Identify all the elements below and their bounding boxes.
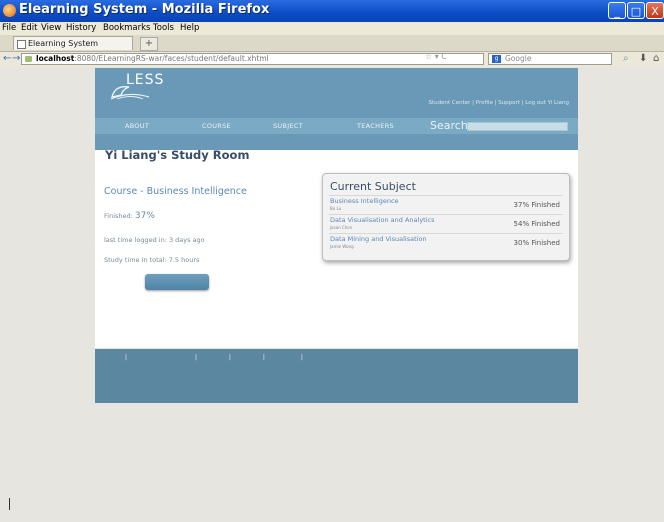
nav-teachers[interactable]: TEACHERS xyxy=(357,122,394,130)
finished-label: Finished: xyxy=(104,212,133,220)
search-placeholder: Google xyxy=(505,54,532,63)
footer-separator: | xyxy=(262,354,265,361)
menu-help[interactable]: Help xyxy=(180,23,199,33)
subject-row[interactable]: Business Intelligence Bo Lu 37% Finished xyxy=(329,195,563,214)
back-button[interactable]: ← xyxy=(3,53,11,64)
footer-link[interactable] xyxy=(101,354,125,361)
menu-history[interactable]: History xyxy=(66,23,96,33)
menu-bookmarks[interactable]: Bookmarks xyxy=(103,23,151,33)
page-title: Yi Liang's Study Room xyxy=(105,148,250,162)
subject-progress: 54% Finished xyxy=(513,220,560,228)
url-host: localhost xyxy=(36,54,75,63)
subject-row[interactable]: Data Visualisation and Analytics Jason C… xyxy=(329,214,563,233)
navigation-bar: ← → localhost:8080/ELearningRS-war/faces… xyxy=(0,52,664,67)
google-icon: g xyxy=(492,55,501,63)
footer-link[interactable] xyxy=(129,354,195,361)
footer-separator: | xyxy=(228,354,231,361)
subject-teacher: Jason Chen xyxy=(330,225,353,230)
menu-view[interactable]: View xyxy=(41,23,61,33)
course-action-button[interactable] xyxy=(145,274,209,290)
site-nav: ABOUT COURSE SUBJECT TEACHERS Search: xyxy=(95,118,578,134)
tab-elearning-system[interactable]: Elearning System xyxy=(13,36,133,50)
menu-tools[interactable]: Tools xyxy=(153,23,174,33)
footer-separator: | xyxy=(125,354,128,361)
menu-bar: File Edit View History Bookmarks Tools H… xyxy=(0,22,664,35)
window-title: Elearning System - Mozilla Firefox xyxy=(19,2,270,17)
subject-teacher: Jamie Wong xyxy=(330,244,354,249)
main-content: Yi Liang's Study Room Course - Business … xyxy=(95,148,578,348)
minimize-button[interactable]: _ xyxy=(608,2,626,19)
subject-name[interactable]: Data Mining and Visualisation xyxy=(330,235,427,243)
site-header: LESS Student Center | Profile | Support … xyxy=(95,68,578,150)
window-title-bar: Elearning System - Mozilla Firefox _ □ X xyxy=(0,0,664,22)
tab-strip: Elearning System + xyxy=(0,35,664,52)
maximize-button[interactable]: □ xyxy=(627,2,645,19)
browser-search-input[interactable]: g Google xyxy=(488,53,612,65)
search-magnifier-icon[interactable]: ⌕ xyxy=(623,53,629,64)
menu-edit[interactable]: Edit xyxy=(21,23,37,33)
site-identity-icon xyxy=(25,56,32,62)
footer-link[interactable] xyxy=(199,354,229,361)
logo-text: LESS xyxy=(126,72,165,88)
tab-label: Elearning System xyxy=(28,39,99,48)
site-footer: | | | | | xyxy=(95,349,578,403)
subject-row[interactable]: Data Mining and Visualisation Jamie Wong… xyxy=(329,233,563,252)
firefox-icon xyxy=(3,4,16,17)
subject-name[interactable]: Data Visualisation and Analytics xyxy=(330,216,435,224)
close-button[interactable]: X xyxy=(646,2,664,19)
footer-links: | | | | | xyxy=(101,354,303,361)
site-search-input[interactable] xyxy=(467,122,568,131)
nav-subject[interactable]: SUBJECT xyxy=(273,122,303,130)
subject-progress: 37% Finished xyxy=(513,201,560,209)
last-login: last time logged in: 3 days ago xyxy=(104,236,205,244)
download-icon[interactable]: ⬇ xyxy=(639,53,647,64)
subject-progress: 30% Finished xyxy=(513,239,560,247)
finished-value: 37% xyxy=(134,211,155,221)
nav-about[interactable]: ABOUT xyxy=(125,122,149,130)
user-links[interactable]: Student Center | Profile | Support | Log… xyxy=(428,100,569,106)
menu-file[interactable]: File xyxy=(2,23,16,33)
current-subject-title: Current Subject xyxy=(330,180,416,193)
url-controls[interactable]: ☆ ▾ C xyxy=(425,52,447,61)
current-subject-panel: Current Subject Business Intelligence Bo… xyxy=(322,173,570,261)
url-bar[interactable]: localhost:8080/ELearningRS-war/faces/stu… xyxy=(21,53,484,65)
footer-separator: | xyxy=(300,354,303,361)
footer-link[interactable] xyxy=(267,354,301,361)
page-icon xyxy=(17,40,26,49)
home-icon[interactable]: ⌂ xyxy=(653,53,659,64)
subject-name[interactable]: Business Intelligence xyxy=(330,197,399,205)
url-path: :8080/ELearningRS-war/faces/student/defa… xyxy=(74,54,269,63)
course-name: Course - Business Intelligence xyxy=(104,186,247,197)
study-time: Study time in total: 7.5 hours xyxy=(104,256,200,264)
footer-separator: | xyxy=(194,354,197,361)
footer-link[interactable] xyxy=(233,354,263,361)
nav-course[interactable]: COURSE xyxy=(202,122,231,130)
new-tab-button[interactable]: + xyxy=(140,37,158,51)
forward-button[interactable]: → xyxy=(12,53,20,64)
text-cursor xyxy=(9,498,10,510)
finished-status: Finished: 37% xyxy=(104,211,155,221)
subject-teacher: Bo Lu xyxy=(330,206,342,211)
site-search-label: Search: xyxy=(430,119,472,132)
